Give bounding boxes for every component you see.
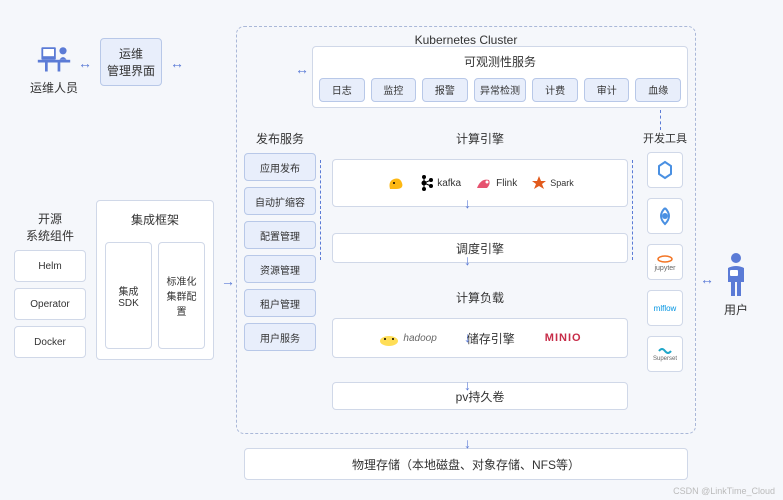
kafka-logo: kafka [420,174,461,192]
physical-storage-box: 物理存储（本地磁盘、对象存储、NFS等） [244,448,688,480]
open-source-item: Helm [14,250,86,282]
compute-engine-box: kafka Flink Spark [332,159,628,207]
arrow-icon: → [221,274,235,288]
ops-person-icon [36,40,72,76]
kafka-label: kafka [437,178,461,189]
arrow-icon: ↓ [464,196,471,210]
dashed-line [632,160,642,260]
publish-item: 配置管理 [244,221,316,249]
ops-person: 运维人员 [30,40,78,96]
obs-item: 血缘 [635,78,681,102]
devtool-icon [647,152,683,188]
integration-std: 标准化 集群配置 [158,242,205,349]
publish-item: 用户服务 [244,323,316,351]
obs-item: 异常检测 [474,78,527,102]
user-icon [720,250,752,298]
hadoop-logo: hadoop [378,329,436,347]
mlflow-label: mlflow [654,304,677,313]
ops-ui-box: 运维 管理界面 [100,38,162,86]
publish-title: 发布服务 [244,130,316,147]
user-label: 用户 [720,301,752,318]
obs-item: 计费 [532,78,578,102]
center-stack: 计算引擎 kafka Flink Spark 调度引擎 计算负载 hadoop … [332,130,628,410]
publish-group: 发布服务 应用发布 自动扩缩容 配置管理 资源管理 租户管理 用户服务 [244,130,316,351]
dashed-line [320,160,330,260]
arrow-icon: ↔ [700,272,714,286]
observability-box: 可观测性服务 日志 监控 报警 异常检测 计费 审计 血缘 [312,46,688,108]
pv-box: pv持久卷 [332,382,628,410]
minio-logo: MINIO [545,332,582,344]
publish-item: 应用发布 [244,153,316,181]
hive-logo [386,173,406,193]
arrow-icon: ↔ [170,56,184,70]
open-source-item: Docker [14,326,86,358]
devtool-superset: Superset [647,336,683,372]
publish-item: 资源管理 [244,255,316,283]
schedule-engine-box: 调度引擎 [332,233,628,263]
arrow-icon: ↓ [464,436,471,450]
integration-framework: 集成框架 集成SDK 标准化 集群配置 [96,200,214,360]
integration-sdk: 集成SDK [105,242,152,349]
flink-logo: Flink [475,174,517,192]
obs-item: 审计 [584,78,630,102]
devtool-jupyter: jupyter [647,244,683,280]
arrow-icon: ↓ [464,330,471,344]
storage-engine-title: 储存引擎 [467,330,515,347]
devtool-mlflow: mlflow [647,290,683,326]
integration-title: 集成框架 [131,211,179,228]
publish-item: 自动扩缩容 [244,187,316,215]
obs-item: 监控 [371,78,417,102]
devtool-icon [647,198,683,234]
flink-label: Flink [496,178,517,189]
publish-item: 租户管理 [244,289,316,317]
jupyter-label: jupyter [654,265,675,272]
arrow-icon: ↓ [464,253,471,267]
dashed-line [660,110,661,130]
user: 用户 [720,250,752,318]
arrow-icon: ↔ [78,56,92,70]
compute-engine-title: 计算引擎 [332,130,628,147]
arrow-icon: ↓ [464,378,471,392]
hadoop-label: hadoop [403,333,436,344]
compute-load-title: 计算负载 [332,289,628,306]
obs-item: 日志 [319,78,365,102]
ops-person-label: 运维人员 [30,79,78,96]
obs-item: 报警 [422,78,468,102]
superset-label: Superset [653,356,677,362]
open-source-group: 开源 系统组件 Helm Operator Docker [14,210,86,358]
dev-tools-group: 开发工具 jupyter mlflow Superset [640,130,690,372]
arrow-icon: ↔ [295,62,309,76]
storage-engine-box: hadoop 储存引擎 MINIO [332,318,628,358]
dev-tools-title: 开发工具 [640,130,690,146]
spark-label: Spark [550,178,574,188]
open-source-title: 开源 系统组件 [14,210,86,244]
observability-title: 可观测性服务 [464,53,536,70]
watermark: CSDN @LinkTime_Cloud [673,486,775,496]
open-source-item: Operator [14,288,86,320]
spark-logo: Spark [531,175,574,191]
cluster-title: Kubernetes Cluster [237,33,695,47]
